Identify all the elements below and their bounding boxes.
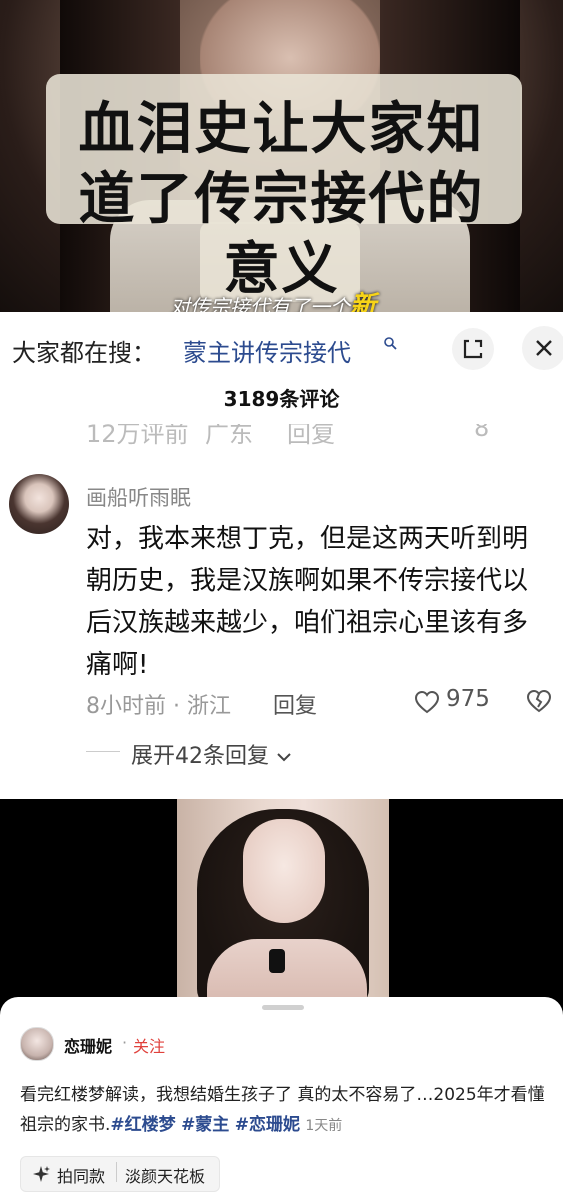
like-count: 975: [446, 686, 490, 712]
previous-comment-meta-cut: 12万评前 广东 回复 8: [0, 424, 563, 446]
avatar[interactable]: [9, 474, 69, 534]
sparkle-icon: [33, 1166, 50, 1182]
chip-music-name: 淡颜天花板: [125, 1167, 206, 1186]
search-prefix: 大家都在搜：: [12, 339, 156, 367]
hashtag-link[interactable]: #蒙主: [181, 1115, 229, 1135]
expand-replies-button[interactable]: 展开42条回复: [131, 738, 292, 770]
follow-button[interactable]: 关注: [133, 1033, 165, 1057]
prev-meta-location: 广东: [205, 424, 253, 446]
lower-video-mic: [269, 949, 285, 973]
author-dot: ·: [122, 1033, 128, 1052]
comment-text: 对，我本来想丁克，但是这两天听到明朝历史，我是汉族啊如果不传宗接代以后汉族越来越…: [86, 524, 529, 680]
expand-replies-label: 展开42条回复: [131, 744, 269, 769]
headline-line-2: 道了传宗接代的: [78, 167, 485, 232]
author-name[interactable]: 恋珊妮: [64, 1033, 112, 1057]
expand-replies-divider: [86, 751, 120, 752]
expand-icon: [463, 339, 483, 359]
comment-count: 3189条评论: [223, 387, 340, 411]
close-icon: [536, 340, 552, 356]
headline-line-1: 血泪史让大家知: [78, 97, 485, 162]
post-time: 1天前: [305, 1118, 343, 1134]
close-button[interactable]: [522, 326, 563, 370]
reply-button[interactable]: 回复: [273, 688, 317, 720]
lower-video-image[interactable]: [177, 799, 389, 999]
search-query-link[interactable]: 蒙主讲传宗接代: [183, 333, 351, 368]
video-caption: 看完红楼梦解读，我想结婚生孩子了 真的太不容易了…2025年才看懂祖宗的家书.#…: [20, 1080, 550, 1141]
chevron-down-icon: [277, 753, 291, 762]
search-icon[interactable]: [383, 336, 397, 350]
lower-video-face: [243, 819, 325, 923]
expand-button[interactable]: [452, 328, 494, 370]
card-drag-handle[interactable]: [262, 1005, 304, 1010]
broken-heart-icon[interactable]: [526, 688, 552, 714]
heart-icon[interactable]: [414, 690, 440, 714]
author-avatar[interactable]: [20, 1027, 54, 1061]
chip-separator: [116, 1162, 117, 1182]
hashtag-link[interactable]: #红楼梦: [110, 1115, 175, 1135]
chip-label: 拍同款: [57, 1167, 106, 1186]
prev-meta-reply[interactable]: 回复: [287, 424, 335, 446]
hashtag-link[interactable]: #恋珊妮: [235, 1115, 300, 1135]
lower-video-dress: [207, 939, 367, 999]
comment-meta: 8小时前 · 浙江: [86, 694, 231, 719]
prev-meta-time: 12万评前: [86, 424, 189, 446]
comment-username[interactable]: 画船听雨眠: [86, 482, 191, 512]
prev-meta-likes: 8: [474, 424, 490, 442]
